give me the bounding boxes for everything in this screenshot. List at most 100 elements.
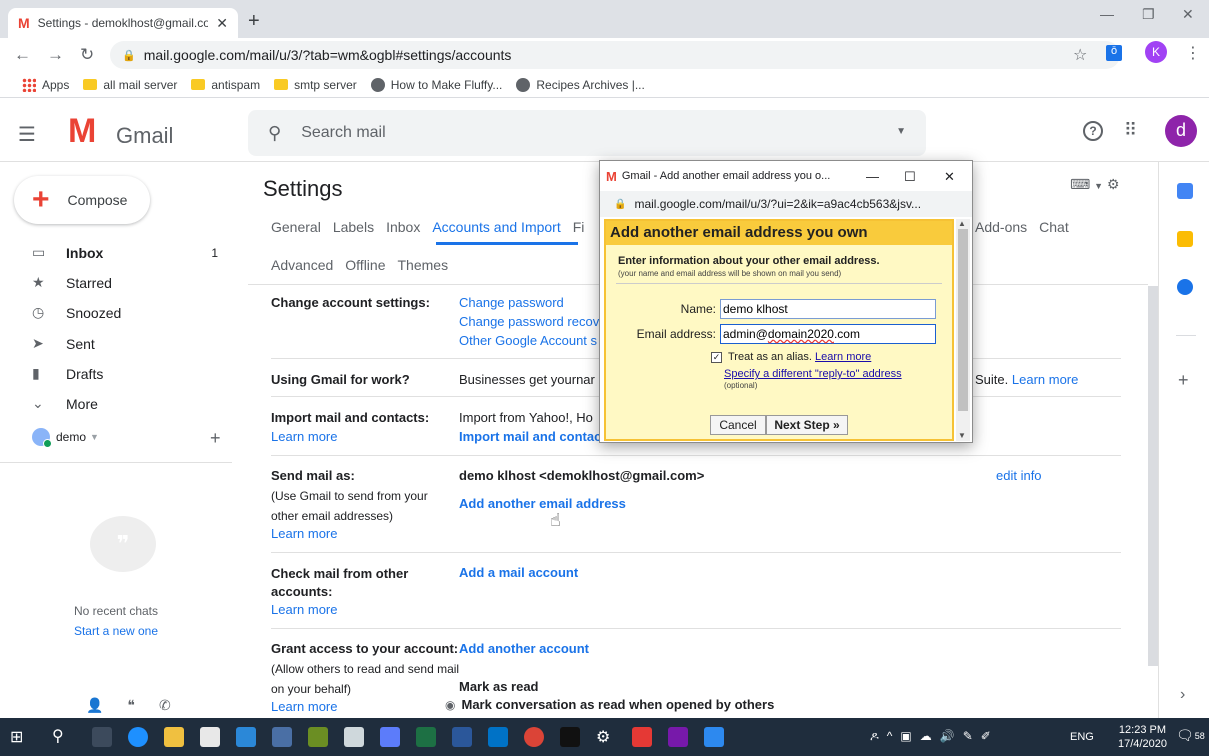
tab-general[interactable]: General [271, 219, 321, 235]
store-icon[interactable] [200, 727, 220, 747]
search-icon[interactable]: ⚲ [268, 123, 281, 144]
start-new-chat-link[interactable]: Start a new one [0, 624, 232, 638]
tab-advanced[interactable]: Advanced [271, 257, 333, 273]
chrome-icon[interactable] [524, 727, 544, 747]
app-icon[interactable] [272, 727, 292, 747]
minimize-icon[interactable]: — [1100, 6, 1114, 22]
get-add-ons-icon[interactable]: + [1178, 370, 1189, 391]
windows-start-icon[interactable]: ⊞ [10, 727, 23, 747]
anydesk-icon[interactable] [632, 727, 652, 747]
close-window-icon[interactable]: ✕ [1182, 6, 1194, 23]
gmail-logo-icon[interactable]: M [68, 114, 96, 148]
taskbar-search-icon[interactable]: ⚲ [52, 726, 64, 746]
system-tray[interactable]: ዶ^▣☁🔊✎✐ [870, 729, 999, 744]
check-mail-learn-more-link[interactable]: Learn more [271, 602, 337, 617]
file-explorer-icon[interactable] [164, 727, 184, 747]
bookmark-folder[interactable]: antispam [191, 78, 260, 92]
scroll-up-icon[interactable]: ▲ [958, 219, 966, 228]
tab-inbox[interactable]: Inbox [386, 219, 420, 235]
onedrive-icon[interactable]: ☁ [920, 729, 940, 743]
page-scrollbar[interactable] [1148, 286, 1158, 666]
bookmark-link[interactable]: Recipes Archives |... [516, 77, 645, 92]
new-tab-icon[interactable]: + [248, 10, 260, 33]
tab-add-ons[interactable]: Add-ons [975, 219, 1027, 235]
tab-labels[interactable]: Labels [333, 219, 374, 235]
calendar-icon[interactable] [1177, 183, 1193, 199]
alias-learn-more-link[interactable]: Learn more [815, 351, 871, 363]
reload-icon[interactable]: ↻ [80, 45, 110, 64]
minimize-icon[interactable]: — [866, 169, 879, 184]
change-password-link[interactable]: Change password [459, 295, 564, 310]
volume-icon[interactable]: 🔊 [940, 729, 963, 743]
forward-icon[interactable]: → [47, 45, 80, 64]
restore-icon[interactable]: ❐ [1142, 6, 1155, 23]
bookmark-star-icon[interactable]: ☆ [1073, 45, 1087, 65]
back-icon[interactable]: ← [14, 45, 47, 64]
import-learn-more-link[interactable]: Learn more [271, 429, 337, 444]
browser-menu-icon[interactable]: ⋮ [1185, 43, 1201, 63]
notification-center[interactable]: 🗨 58 [1176, 727, 1205, 744]
send-as-learn-more-link[interactable]: Learn more [271, 526, 337, 541]
change-recovery-link[interactable]: Change password recov [459, 314, 599, 329]
sidebar-item-drafts[interactable]: ▮ Drafts [0, 358, 232, 389]
tab-accounts-and-import[interactable]: Accounts and Import [432, 219, 560, 235]
tab-themes[interactable]: Themes [398, 257, 449, 273]
tasks-icon[interactable] [1177, 279, 1193, 295]
calculator-icon[interactable] [344, 727, 364, 747]
chevron-right-icon[interactable]: › [1180, 686, 1185, 704]
radio-selected-icon[interactable]: ◉ [445, 698, 455, 712]
popup-scroll-thumb[interactable] [958, 229, 968, 411]
search-options-icon[interactable]: ▼ [896, 126, 906, 137]
maximize-icon[interactable]: ☐ [904, 169, 916, 185]
main-menu-icon[interactable]: ☰ [18, 122, 36, 147]
mark-read-option[interactable]: ◉ Mark conversation as read when opened … [445, 697, 774, 712]
help-icon[interactable]: ? [1083, 121, 1103, 141]
phone-icon[interactable]: ✆ [159, 697, 195, 713]
new-chat-plus-icon[interactable]: + [210, 428, 221, 449]
task-view-icon[interactable] [92, 727, 112, 747]
keep-icon[interactable] [1177, 231, 1193, 247]
extension-icon[interactable]: ō [1106, 45, 1122, 61]
app-icon[interactable] [380, 727, 400, 747]
import-mail-link[interactable]: Import mail and contac [459, 429, 601, 444]
other-google-account-link[interactable]: Other Google Account s [459, 333, 597, 348]
account-avatar[interactable]: d [1165, 115, 1197, 147]
pen-icon[interactable]: ✎ [963, 729, 981, 743]
browser-tab[interactable]: M Settings - demoklhost@gmail.co ✕ [8, 8, 238, 38]
mail-icon[interactable] [236, 727, 256, 747]
profile-avatar[interactable]: K [1145, 41, 1167, 63]
email-field[interactable]: admin@domain2020.com [720, 324, 936, 344]
google-apps-icon[interactable]: ⠿ [1124, 120, 1137, 141]
photos-icon[interactable] [704, 727, 724, 747]
hangouts-account[interactable]: demo ▼ [32, 428, 99, 448]
sidebar-item-starred[interactable]: ★ Starred [0, 267, 232, 298]
next-step-button[interactable]: Next Step » [766, 415, 848, 435]
edge-icon[interactable] [128, 727, 148, 747]
bookmark-apps[interactable]: Apps [22, 77, 69, 92]
display-icon[interactable]: ▣ [900, 729, 919, 743]
people-icon[interactable]: ዶ [870, 729, 887, 743]
outlook-icon[interactable] [488, 727, 508, 747]
network-app-icon[interactable] [308, 727, 328, 747]
cancel-button[interactable]: Cancel [710, 415, 766, 435]
excel-icon[interactable] [416, 727, 436, 747]
alias-checkbox[interactable]: ✓ [711, 351, 722, 363]
add-mail-account-link[interactable]: Add a mail account [459, 565, 578, 580]
close-tab-icon[interactable]: ✕ [216, 15, 228, 32]
compose-button[interactable]: + Compose [14, 176, 150, 224]
gear-icon[interactable]: ⚙ [1107, 176, 1120, 192]
keyboard-icon[interactable]: ⌨ [1070, 176, 1090, 192]
name-field[interactable]: demo klhost [720, 299, 936, 319]
word-icon[interactable] [452, 727, 472, 747]
address-bar[interactable]: 🔒 mail.google.com/mail/u/3/?tab=wm&ogbl#… [110, 41, 1120, 69]
bookmark-folder[interactable]: smtp server [274, 78, 357, 92]
ink-icon[interactable]: ✐ [981, 729, 999, 743]
bookmark-folder[interactable]: all mail server [83, 78, 177, 92]
person-icon[interactable]: 👤 [86, 697, 127, 713]
sidebar-item-more[interactable]: ⌄ More [0, 388, 232, 419]
tab-filters[interactable]: Fi [573, 219, 585, 235]
search-input[interactable]: ⚲ Search mail ▼ [248, 110, 926, 156]
terminal-icon[interactable] [560, 727, 580, 747]
tab-offline[interactable]: Offline [345, 257, 385, 273]
sidebar-item-snoozed[interactable]: ◷ Snoozed [0, 297, 232, 328]
